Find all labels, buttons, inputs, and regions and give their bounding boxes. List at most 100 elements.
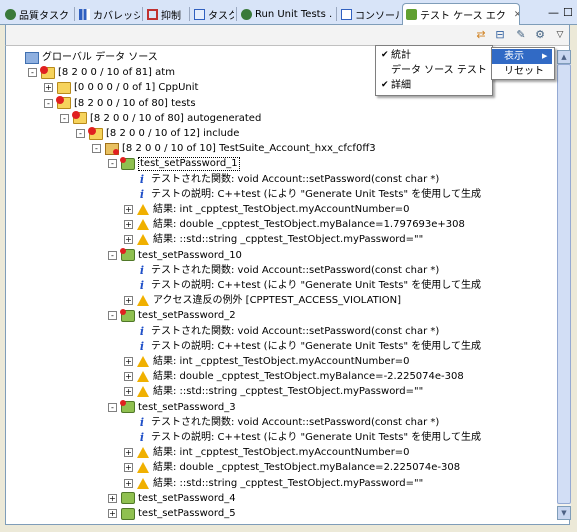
tree-detail-row[interactable]: + 結果: double _cpptest_TestObject.myBalanc… — [124, 369, 464, 384]
info-icon: i — [139, 415, 145, 429]
tree-detail-row[interactable]: + 結果: int _cpptest_TestObject.myAccountNu… — [124, 445, 410, 460]
collapse-toggle-icon[interactable]: - — [108, 402, 117, 412]
test-case-error-icon — [120, 400, 135, 414]
warning-icon — [137, 371, 149, 383]
expand-toggle-icon[interactable]: + — [124, 387, 133, 397]
menu-item-label: リセット — [504, 66, 544, 77]
menu-item-reset[interactable]: リセット — [492, 64, 552, 79]
tree-node-row[interactable]: - [8 2 0 0 / 10 of 80] tests — [44, 96, 196, 111]
maximize-button[interactable]: ☐ — [563, 6, 573, 19]
tree-detail-row[interactable]: + 結果: int _cpptest_TestObject.myAccountNu… — [124, 202, 410, 217]
tree-item-label: [8 2 0 0 / 10 of 12] include — [106, 128, 240, 139]
test-case-error-icon — [120, 308, 135, 322]
view-menu-icon[interactable]: ▽ — [553, 28, 567, 42]
tab-coverage[interactable]: カバレッジ — [76, 4, 140, 24]
tree-detail-row[interactable]: + 結果: ::std::string _cpptest_TestObject.m… — [124, 384, 423, 399]
tree-node-row[interactable]: - [8 2 0 0 / 10 of 81] atm — [28, 65, 175, 80]
collapse-toggle-icon[interactable]: - — [28, 68, 37, 78]
expand-toggle-icon[interactable]: + — [108, 509, 117, 518]
vertical-scrollbar[interactable]: ▲ ▼ — [557, 50, 571, 520]
menu-item-statistics[interactable]: ✔ 統計 — [376, 48, 490, 63]
console-icon — [341, 8, 352, 20]
test-case-error-icon — [120, 156, 135, 170]
close-icon[interactable]: ✕ — [514, 10, 519, 20]
tab-label: 品質タスク — [19, 10, 69, 22]
minimize-button[interactable]: — — [548, 6, 559, 19]
coverage-chart-icon — [79, 8, 90, 20]
tab-console[interactable]: コンソール — [338, 4, 400, 24]
submenu-arrow-icon: ▶ — [542, 52, 548, 60]
tree-detail-row[interactable]: + アクセス違反の例外 [CPPTEST_ACCESS_VIOLATION] — [124, 293, 401, 308]
tree-item-label: テストの説明: C++test (により "Generate Unit Test… — [151, 280, 481, 291]
expand-toggle-icon[interactable]: + — [124, 357, 133, 366]
tree-node-row[interactable]: - [8 2 0 0 / 10 of 10] TestSuite_Account_… — [92, 141, 376, 156]
tree-node-row[interactable]: - [8 2 0 0 / 10 of 12] include — [76, 126, 239, 141]
filter-icon[interactable]: ⚙ — [533, 28, 547, 42]
tree-detail-row[interactable]: グローバル データ ソース — [12, 50, 158, 65]
collapse-toggle-icon[interactable]: - — [76, 129, 85, 138]
menu-item-details[interactable]: ✔ 詳細 — [376, 78, 490, 93]
tab-test-case-explorer[interactable]: テスト ケース エク ✕ — [402, 3, 520, 25]
tree-node-row[interactable]: + [0 0 0 0 / 0 of 1] CppUnit — [44, 80, 198, 95]
tree-detail-row[interactable]: i テストの説明: C++test (により "Generate Unit Tes… — [124, 187, 481, 202]
test-case-row[interactable]: - test_setPassword_1 — [108, 156, 240, 171]
tree-detail-row[interactable]: i テストされた関数: void Account::setPassword(con… — [124, 263, 439, 278]
tree-detail-row[interactable]: i テストされた関数: void Account::setPassword(con… — [124, 324, 439, 339]
tab-separator — [236, 7, 237, 21]
expand-toggle-icon[interactable]: + — [124, 372, 133, 382]
collapse-toggle-icon[interactable]: - — [92, 144, 101, 154]
menu-item-view[interactable]: 表示 ▶ — [492, 49, 552, 64]
test-case-row[interactable]: + test_setPassword_4 — [108, 491, 236, 506]
scroll-thumb[interactable] — [557, 64, 571, 504]
expand-toggle-icon[interactable]: + — [124, 463, 133, 473]
tree-item-label: グローバル データ ソース — [42, 52, 158, 63]
test-case-row[interactable]: - test_setPassword_2 — [108, 308, 236, 323]
menu-item-data-source-test[interactable]: データ ソース テスト — [376, 63, 490, 78]
tree-detail-row[interactable]: + 結果: double _cpptest_TestObject.myBalanc… — [124, 217, 465, 232]
tree-detail-row[interactable]: i テストされた関数: void Account::setPassword(con… — [124, 415, 439, 430]
expand-toggle-icon[interactable]: + — [124, 448, 133, 458]
expand-toggle-icon[interactable]: + — [124, 205, 133, 214]
scroll-up-button[interactable]: ▲ — [557, 50, 571, 64]
tab-run-unit-tests[interactable]: Run Unit Tests . — [238, 4, 334, 24]
tree-node-row[interactable]: - [8 2 0 0 / 10 of 80] autogenerated — [60, 111, 261, 126]
collapse-toggle-icon[interactable]: - — [108, 159, 117, 169]
tree-detail-row[interactable]: + 結果: ::std::string _cpptest_TestObject.m… — [124, 476, 423, 491]
test-case-row[interactable]: - test_setPassword_10 — [108, 248, 242, 263]
tree-item-label: テストされた関数: void Account::setPassword(cons… — [151, 416, 440, 428]
expand-toggle-icon[interactable]: + — [108, 493, 117, 503]
tree-item-label: [0 0 0 0 / 0 of 1] CppUnit — [74, 82, 199, 94]
tree-detail-row[interactable]: i テストされた関数: void Account::setPassword(con… — [124, 172, 439, 187]
collapse-toggle-icon[interactable]: - — [108, 250, 117, 260]
tree-detail-row[interactable]: + 結果: double _cpptest_TestObject.myBalanc… — [124, 460, 460, 475]
test-suite-error-icon — [105, 142, 119, 155]
folder-error-icon — [40, 65, 55, 79]
tree-detail-row[interactable]: i テストの説明: C++test (により "Generate Unit Tes… — [124, 339, 481, 354]
warning-icon — [137, 356, 149, 367]
sync-icon[interactable]: ⇄ — [474, 28, 488, 42]
tree-detail-row[interactable]: + 結果: int _cpptest_TestObject.myAccountNu… — [124, 354, 410, 369]
collapse-toggle-icon[interactable]: - — [44, 98, 53, 108]
tab-quality-tasks[interactable]: 品質タスク — [2, 4, 72, 24]
tab-suppressions[interactable]: 抑制 — [144, 4, 188, 24]
expand-toggle-icon[interactable]: + — [124, 235, 133, 245]
test-case-row[interactable]: + test_setPassword_5 — [108, 506, 236, 521]
tree-detail-row[interactable]: i テストの説明: C++test (により "Generate Unit Tes… — [124, 278, 481, 293]
scroll-down-button[interactable]: ▼ — [557, 506, 571, 520]
expand-toggle-icon[interactable]: + — [44, 83, 53, 93]
test-case-row[interactable]: - test_setPassword_3 — [108, 400, 236, 415]
collapse-toggle-icon[interactable]: - — [60, 113, 69, 123]
tree-detail-row[interactable]: i テストの説明: C++test (により "Generate Unit Tes… — [124, 430, 481, 445]
tab-label: テスト ケース エク — [420, 11, 506, 22]
collapse-icon[interactable]: ⊟ — [493, 28, 507, 42]
test-case-icon — [121, 507, 135, 520]
expand-toggle-icon[interactable]: + — [124, 478, 133, 488]
expand-toggle-icon[interactable]: + — [124, 296, 133, 306]
expand-toggle-icon[interactable]: + — [124, 220, 133, 230]
tree-item-label: test_setPassword_1 — [138, 156, 240, 171]
pin-icon[interactable]: ✎ — [514, 28, 528, 42]
collapse-toggle-icon[interactable]: - — [108, 311, 117, 321]
tree-detail-row[interactable]: + 結果: ::std::string _cpptest_TestObject.m… — [124, 232, 423, 247]
tree-item-label: 結果: double _cpptest_TestObject.myBalance… — [153, 462, 461, 474]
tab-tasks[interactable]: タスク — [191, 4, 234, 24]
